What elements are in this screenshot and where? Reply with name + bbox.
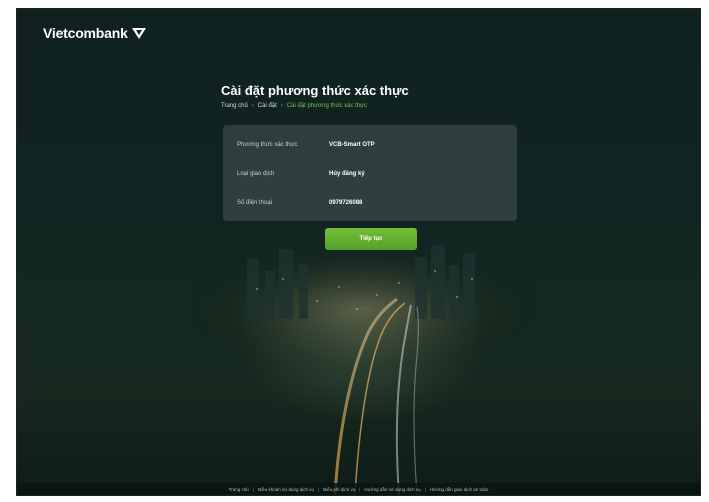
detail-label: Phương thức xác thực	[237, 142, 298, 148]
breadcrumb-separator: ›	[280, 103, 283, 109]
footer-separator: |	[359, 486, 361, 492]
breadcrumb-home[interactable]: Trang chủ	[221, 103, 248, 109]
footer-link-home[interactable]: Trang chủ	[229, 487, 249, 492]
details-card: Phương thức xác thực VCB-Smart OTP Loại …	[223, 125, 517, 221]
breadcrumb-separator: ›	[251, 103, 254, 109]
background-cityscape	[172, 239, 552, 495]
vietcombank-emblem-icon	[131, 28, 146, 39]
app-frame: Vietcombank Cài đặt phương thức xác thực…	[16, 8, 701, 496]
footer-link-fees[interactable]: Biểu phí dịch vụ	[323, 487, 355, 492]
footer-link-safety-guide[interactable]: Hướng dẫn giao dịch an toàn	[430, 487, 489, 492]
detail-value: VCB-Smart OTP	[329, 142, 375, 148]
footer-separator: |	[252, 486, 254, 492]
breadcrumb-current: Cài đặt phương thức xác thực	[286, 103, 368, 109]
brand-name: Vietcombank	[43, 25, 128, 41]
continue-button[interactable]: Tiếp tục	[325, 228, 417, 250]
detail-value: 0979726088	[329, 200, 363, 206]
footer-link-user-guide[interactable]: Hướng dẫn sử dụng dịch vụ	[364, 487, 420, 492]
breadcrumb: Trang chủ › Cài đặt › Cài đặt phương thứ…	[221, 103, 367, 109]
detail-row-transaction-type: Loại giao dịch Hủy đăng ký	[237, 171, 365, 177]
page-title: Cài đặt phương thức xác thực	[221, 83, 409, 98]
footer: Trang chủ | Điều khoản sử dụng dịch vụ |…	[17, 483, 700, 495]
breadcrumb-settings[interactable]: Cài đặt	[258, 103, 277, 109]
detail-value: Hủy đăng ký	[329, 171, 365, 177]
footer-separator: |	[318, 486, 320, 492]
detail-label: Loại giao dịch	[237, 171, 275, 177]
vietcombank-logo[interactable]: Vietcombank	[43, 25, 147, 41]
footer-link-terms[interactable]: Điều khoản sử dụng dịch vụ	[258, 487, 314, 492]
detail-label: Số điện thoại	[237, 200, 273, 206]
footer-separator: |	[424, 486, 426, 492]
detail-row-auth-method: Phương thức xác thực VCB-Smart OTP	[237, 142, 375, 148]
detail-row-phone-number: Số điện thoại 0979726088	[237, 200, 362, 206]
